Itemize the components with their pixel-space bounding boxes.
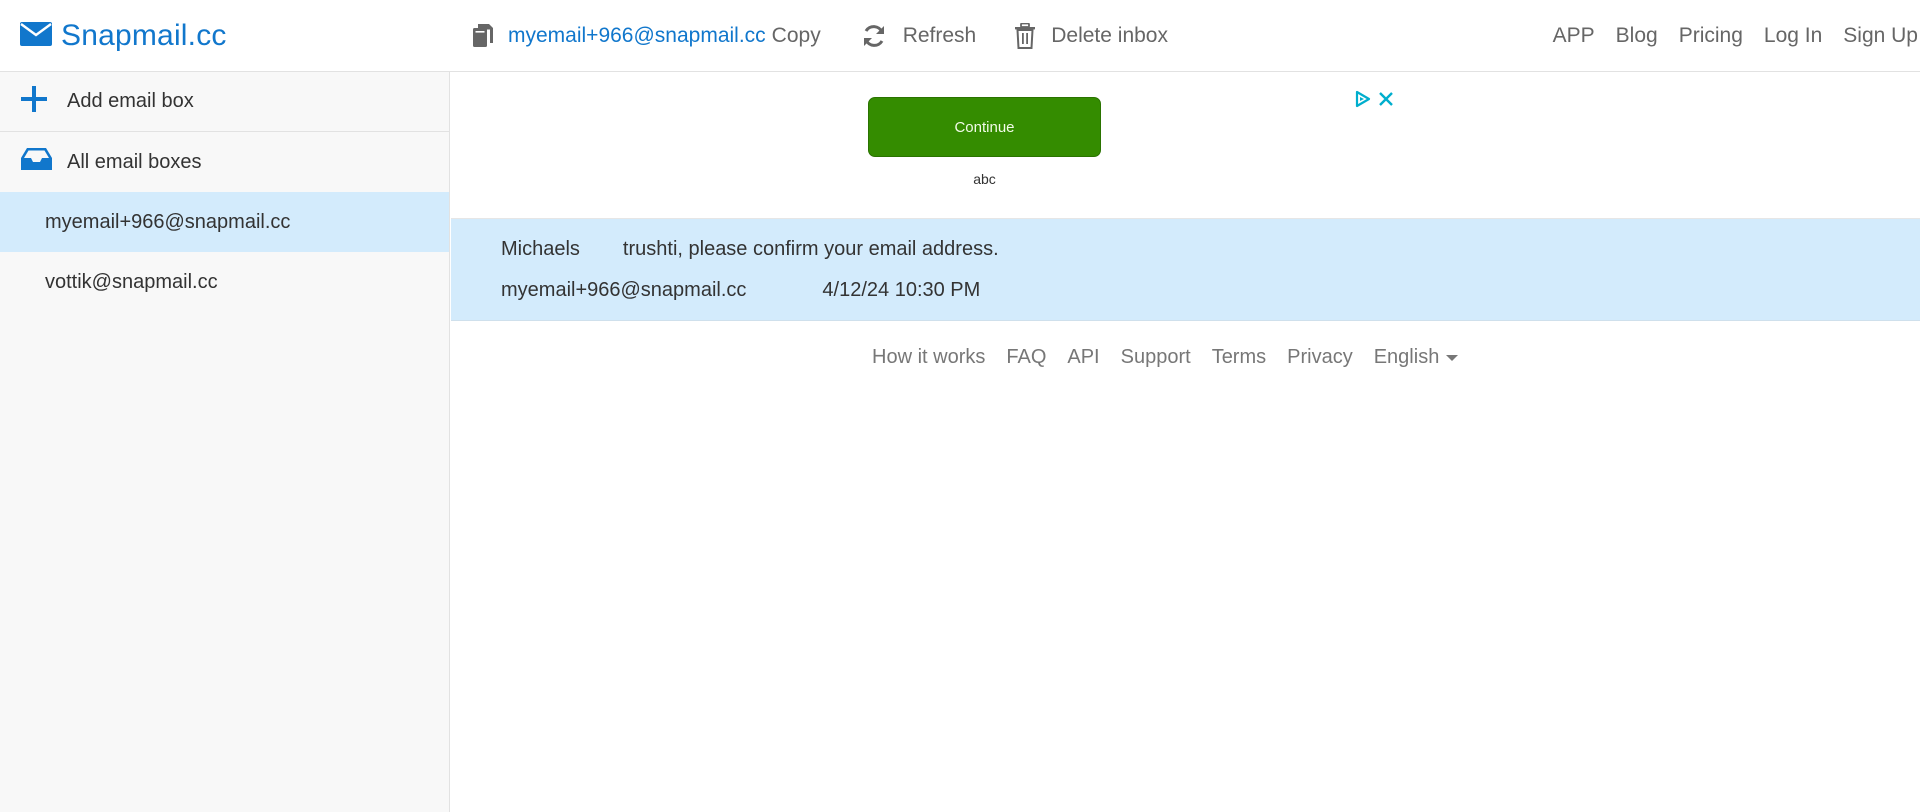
email-date: 4/12/24 10:30 PM xyxy=(822,279,981,301)
email-box-item[interactable]: vottik@snapmail.cc xyxy=(0,252,449,312)
caret-down-icon xyxy=(1446,354,1459,361)
footer-faq[interactable]: FAQ xyxy=(1006,346,1046,369)
email-list-item[interactable]: Michaels trushti, please confirm your em… xyxy=(451,219,1920,321)
refresh-label: Refresh xyxy=(902,24,977,47)
nav-login[interactable]: Log In xyxy=(1764,24,1822,48)
email-sender: Michaels xyxy=(501,238,580,260)
logo[interactable]: Snapmail.cc xyxy=(20,17,227,55)
nav-blog[interactable]: Blog xyxy=(1616,24,1658,48)
main-panel: Continue abc Michaels trushti, please co… xyxy=(451,72,1920,812)
copy-icon[interactable] xyxy=(472,23,494,49)
sidebar: Add email box All email boxes myemail+96… xyxy=(0,72,450,812)
email-subject: trushti, please confirm your email addre… xyxy=(622,238,999,260)
footer-support[interactable]: Support xyxy=(1121,346,1191,369)
refresh-icon xyxy=(861,23,887,49)
plus-icon xyxy=(20,85,48,119)
ad-continue-button[interactable]: Continue xyxy=(868,97,1101,157)
nav-app[interactable]: APP xyxy=(1553,24,1595,48)
add-email-box-button[interactable]: Add email box xyxy=(0,72,449,132)
email-box-address: vottik@snapmail.cc xyxy=(45,270,218,293)
inbox-tray-icon xyxy=(20,147,53,177)
all-email-boxes[interactable]: All email boxes xyxy=(0,132,449,192)
delete-inbox-button[interactable]: Delete inbox xyxy=(1014,23,1168,49)
email-summary: Michaels trushti, please confirm your em… xyxy=(501,238,999,261)
ad-banner: Continue abc xyxy=(451,72,1920,219)
envelope-icon xyxy=(20,21,52,51)
inbox-toolbar: myemail+966@snapmail.cc Copy Refresh Del… xyxy=(472,17,1168,55)
top-navigation: APP Blog Pricing Log In Sign Up xyxy=(1532,17,1918,55)
nav-signup[interactable]: Sign Up xyxy=(1843,24,1918,48)
ad-controls xyxy=(1354,90,1394,113)
trash-icon xyxy=(1014,23,1036,49)
top-bar: Snapmail.cc myemail+966@snapmail.cc Copy… xyxy=(0,0,1920,72)
email-box-item[interactable]: myemail+966@snapmail.cc xyxy=(0,192,449,252)
current-email-address[interactable]: myemail+966@snapmail.cc xyxy=(508,24,766,48)
close-ad-icon[interactable] xyxy=(1378,91,1394,112)
nav-pricing[interactable]: Pricing xyxy=(1679,24,1743,48)
all-email-boxes-label: All email boxes xyxy=(67,150,202,173)
ad-sub-label: abc xyxy=(973,171,996,187)
language-label: English xyxy=(1373,346,1440,368)
refresh-button[interactable]: Refresh xyxy=(861,23,977,49)
copy-button[interactable]: Copy xyxy=(772,24,821,48)
language-selector[interactable]: English xyxy=(1374,346,1459,369)
email-recipient: myemail+966@snapmail.cc xyxy=(501,279,747,301)
logo-text: Snapmail.cc xyxy=(61,19,227,52)
footer-terms[interactable]: Terms xyxy=(1212,346,1266,369)
email-box-address: myemail+966@snapmail.cc xyxy=(45,210,291,233)
delete-inbox-label: Delete inbox xyxy=(1051,24,1168,47)
ad-choices-icon[interactable] xyxy=(1354,90,1372,113)
footer-links: How it works FAQ API Support Terms Priva… xyxy=(872,346,1459,369)
footer-api[interactable]: API xyxy=(1067,346,1099,369)
footer-how-it-works[interactable]: How it works xyxy=(872,346,985,369)
add-email-box-label: Add email box xyxy=(67,90,194,112)
email-meta: myemail+966@snapmail.cc 4/12/24 10:30 PM xyxy=(501,279,980,302)
footer-privacy[interactable]: Privacy xyxy=(1287,346,1353,369)
